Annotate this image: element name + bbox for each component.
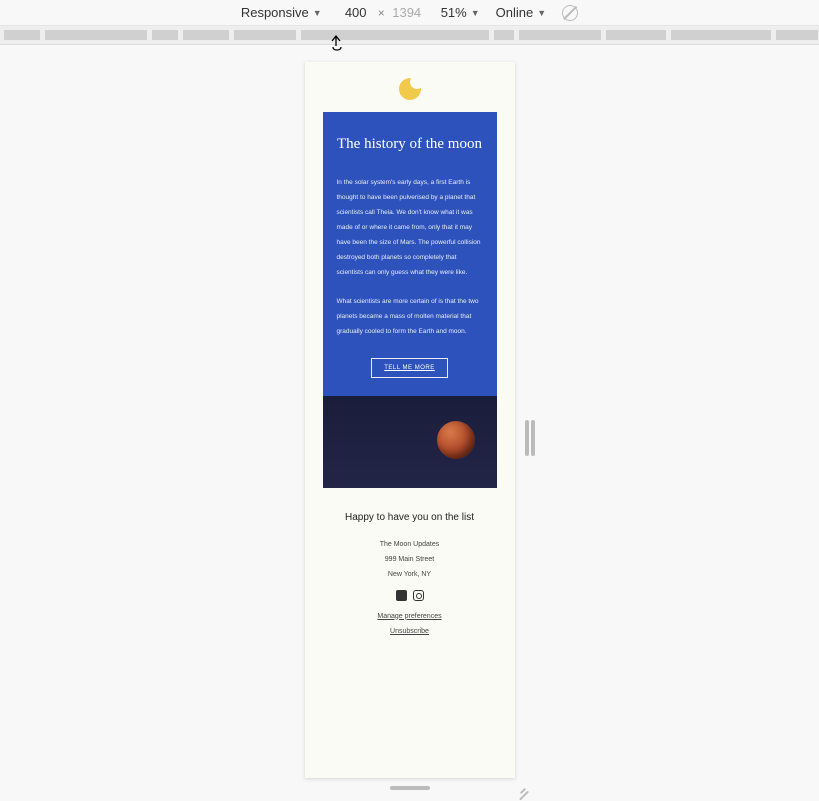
device-select-label: Responsive [241,5,309,20]
red-moon-graphic [437,421,475,459]
email-preview-frame: The history of the moon In the solar sys… [305,62,515,778]
unsubscribe-link[interactable]: Unsubscribe [323,628,497,635]
throttle-select[interactable]: Online ▼ [496,5,547,20]
dimension-separator: × [378,6,385,20]
hero-title: The history of the moon [337,134,483,154]
footer-address: 999 Main Street [323,556,497,563]
rotate-icon[interactable] [562,5,578,21]
zoom-select[interactable]: 51% ▼ [441,5,480,20]
width-ruler[interactable] [0,26,819,45]
moon-photo [323,396,497,488]
chevron-down-icon: ▼ [471,8,480,18]
moon-logo-icon [399,78,421,100]
footer-heading: Happy to have you on the list [323,512,497,523]
manage-preferences-link[interactable]: Manage preferences [323,613,497,620]
device-select[interactable]: Responsive ▼ [241,5,322,20]
chevron-down-icon: ▼ [313,8,322,18]
footer-city: New York, NY [323,571,497,578]
height-input[interactable] [389,5,425,20]
chevron-down-icon: ▼ [537,8,546,18]
width-input[interactable] [338,5,374,20]
resize-handle-bottom[interactable] [390,786,430,790]
email-footer: Happy to have you on the list The Moon U… [323,488,497,643]
facebook-icon[interactable] [396,590,407,601]
social-icons [323,590,497,601]
zoom-label: 51% [441,5,467,20]
resize-handle-right[interactable] [525,420,529,456]
resize-handle-corner[interactable] [517,780,529,792]
device-viewport: The history of the moon In the solar sys… [0,45,819,798]
instagram-icon[interactable] [413,590,424,601]
dimensions: × [338,5,425,20]
hero-card: The history of the moon In the solar sys… [323,112,497,396]
devtools-device-toolbar: Responsive ▼ × 51% ▼ Online ▼ [0,0,819,26]
footer-org: The Moon Updates [323,541,497,548]
tell-me-more-button[interactable]: TELL ME MORE [371,358,447,378]
hero-paragraph-2: What scientists are more certain of is t… [337,295,483,340]
hero-paragraph-1: In the solar system's early days, a firs… [337,176,483,281]
throttle-label: Online [496,5,534,20]
